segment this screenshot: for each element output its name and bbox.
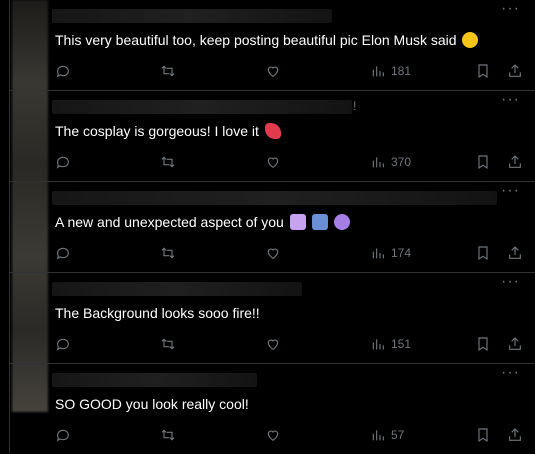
repost-icon[interactable] (160, 426, 176, 444)
action-bar: 181 (55, 62, 525, 82)
name-mark: ! (353, 99, 357, 113)
action-bar: 151 (55, 335, 525, 355)
author-name-redacted (52, 282, 302, 296)
reply-text-content: A new and unexpected aspect of you (55, 214, 284, 230)
more-icon[interactable]: ··· (501, 91, 520, 109)
analytics-icon[interactable]: 151 (370, 335, 411, 353)
repost-icon[interactable] (160, 335, 176, 353)
comment-icon[interactable] (55, 62, 71, 80)
view-count: 57 (391, 428, 405, 442)
view-count: 181 (391, 64, 412, 78)
more-icon[interactable]: ··· (501, 364, 520, 382)
view-count: 151 (391, 337, 412, 351)
analytics-icon[interactable]: 370 (370, 153, 411, 171)
share-icon[interactable] (507, 153, 523, 171)
more-icon[interactable]: ··· (501, 273, 520, 291)
reply-text: SO GOOD you look really cool! (55, 396, 249, 412)
share-icon[interactable] (507, 62, 523, 80)
comment-icon[interactable] (55, 426, 71, 444)
bookmark-icon[interactable] (475, 244, 491, 262)
reply-item[interactable]: ! ··· The cosplay is gorgeous! I love it… (10, 91, 535, 182)
purple-emoji-2-icon (311, 214, 328, 230)
reply-text-content: SO GOOD you look really cool! (55, 396, 249, 412)
analytics-icon[interactable]: 174 (370, 244, 411, 262)
repost-icon[interactable] (160, 153, 176, 171)
reply-text-content: The Background looks sooo fire!! (55, 305, 260, 321)
more-icon[interactable]: ··· (501, 0, 520, 18)
action-bar: 370 (55, 153, 525, 173)
heart-icon[interactable] (265, 244, 281, 262)
author-name-redacted (52, 100, 352, 114)
share-icon[interactable] (507, 335, 523, 353)
action-bar: 57 (55, 426, 525, 446)
author-name-redacted (52, 9, 332, 23)
share-icon[interactable] (507, 426, 523, 444)
comment-icon[interactable] (55, 153, 71, 171)
reply-text: A new and unexpected aspect of you (55, 214, 350, 230)
bookmark-icon[interactable] (475, 335, 491, 353)
reply-item[interactable]: ··· SO GOOD you look really cool! 57 (10, 364, 535, 454)
heart-icon[interactable] (265, 62, 281, 80)
reply-text-content: The cosplay is gorgeous! I love it (55, 123, 259, 139)
reply-text: This very beautiful too, keep posting be… (55, 32, 479, 48)
comment-icon[interactable] (55, 244, 71, 262)
heart-icon[interactable] (265, 153, 281, 171)
bookmark-icon[interactable] (475, 62, 491, 80)
repost-icon[interactable] (160, 244, 176, 262)
reply-text: The Background looks sooo fire!! (55, 305, 260, 321)
heart-ribbon-emoji-icon (264, 123, 281, 139)
analytics-icon[interactable]: 57 (370, 426, 404, 444)
comment-icon[interactable] (55, 335, 71, 353)
view-count: 174 (391, 246, 412, 260)
view-count: 370 (391, 155, 412, 169)
purple-emoji-1-icon (289, 214, 306, 230)
purple-heart-emoji-icon (333, 214, 350, 230)
reply-item[interactable]: ··· A new and unexpected aspect of you 1… (10, 182, 535, 273)
heart-eyes-emoji-icon (462, 32, 479, 48)
reply-text-content: This very beautiful too, keep posting be… (55, 32, 457, 48)
bookmark-icon[interactable] (475, 426, 491, 444)
author-name-redacted (52, 191, 497, 205)
reply-text: The cosplay is gorgeous! I love it (55, 123, 281, 139)
bookmark-icon[interactable] (475, 153, 491, 171)
repost-icon[interactable] (160, 62, 176, 80)
analytics-icon[interactable]: 181 (370, 62, 411, 80)
more-icon[interactable]: ··· (501, 182, 520, 200)
author-name-redacted (52, 373, 257, 387)
heart-icon[interactable] (265, 426, 281, 444)
heart-icon[interactable] (265, 335, 281, 353)
share-icon[interactable] (507, 244, 523, 262)
action-bar: 174 (55, 244, 525, 264)
reply-item[interactable]: ··· This very beautiful too, keep postin… (10, 0, 535, 91)
reply-item[interactable]: ··· The Background looks sooo fire!! 151 (10, 273, 535, 364)
